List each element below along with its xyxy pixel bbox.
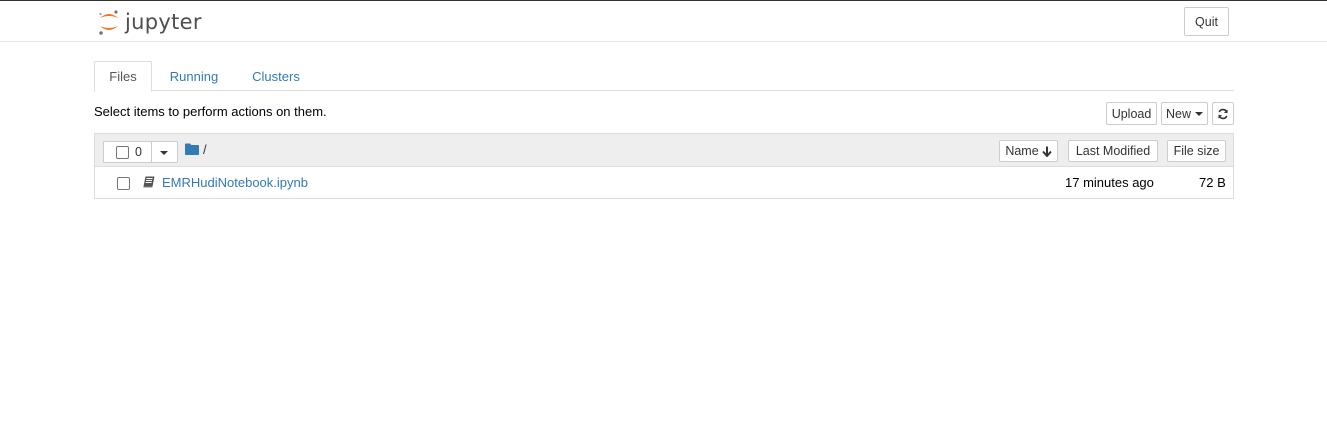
breadcrumb-root[interactable]: / (203, 142, 207, 157)
upload-button[interactable]: Upload (1106, 102, 1157, 125)
notebook-icon (143, 176, 155, 188)
select-hint-text: Select items to perform actions on them. (94, 104, 327, 119)
jupyter-logo-icon (99, 10, 118, 35)
selected-count: 0 (135, 145, 142, 159)
file-list-header: 0 / Name Last Modified File size (95, 134, 1233, 167)
jupyter-logo[interactable]: jupyter (97, 6, 202, 38)
top-header: jupyter Quit (0, 1, 1327, 42)
select-menu-chevron-down-icon[interactable] (160, 151, 168, 155)
quit-button[interactable]: Quit (1184, 7, 1229, 36)
sort-by-size-button[interactable]: File size (1167, 140, 1226, 162)
tab-files[interactable]: Files (94, 61, 152, 92)
folder-icon[interactable] (185, 143, 199, 155)
sort-name-label: Name (1005, 144, 1039, 158)
select-all-checkbox[interactable] (116, 146, 129, 159)
tab-running[interactable]: Running (159, 61, 229, 92)
sort-by-modified-button[interactable]: Last Modified (1068, 140, 1158, 162)
refresh-icon (1218, 108, 1228, 119)
new-button-label: New (1165, 106, 1191, 121)
refresh-button[interactable] (1212, 102, 1234, 125)
file-list: 0 / Name Last Modified File size EMRHudi… (94, 133, 1234, 199)
chevron-down-icon (1195, 111, 1203, 116)
select-divider (151, 142, 152, 162)
tab-clusters[interactable]: Clusters (244, 61, 308, 92)
file-size: 72 B (1199, 175, 1226, 190)
sort-by-name-button[interactable]: Name (999, 140, 1058, 162)
logo-text: jupyter (125, 10, 202, 34)
new-dropdown-button[interactable]: New (1161, 102, 1208, 125)
select-all-group: 0 (103, 141, 178, 163)
arrow-down-icon (1041, 146, 1052, 157)
file-name-link[interactable]: EMRHudiNotebook.ipynb (162, 175, 308, 190)
file-modified-time: 17 minutes ago (1065, 175, 1154, 190)
tab-bar: Files Running Clusters (94, 61, 1234, 92)
file-row[interactable]: EMRHudiNotebook.ipynb 17 minutes ago 72 … (95, 168, 1233, 199)
file-checkbox[interactable] (117, 177, 130, 190)
